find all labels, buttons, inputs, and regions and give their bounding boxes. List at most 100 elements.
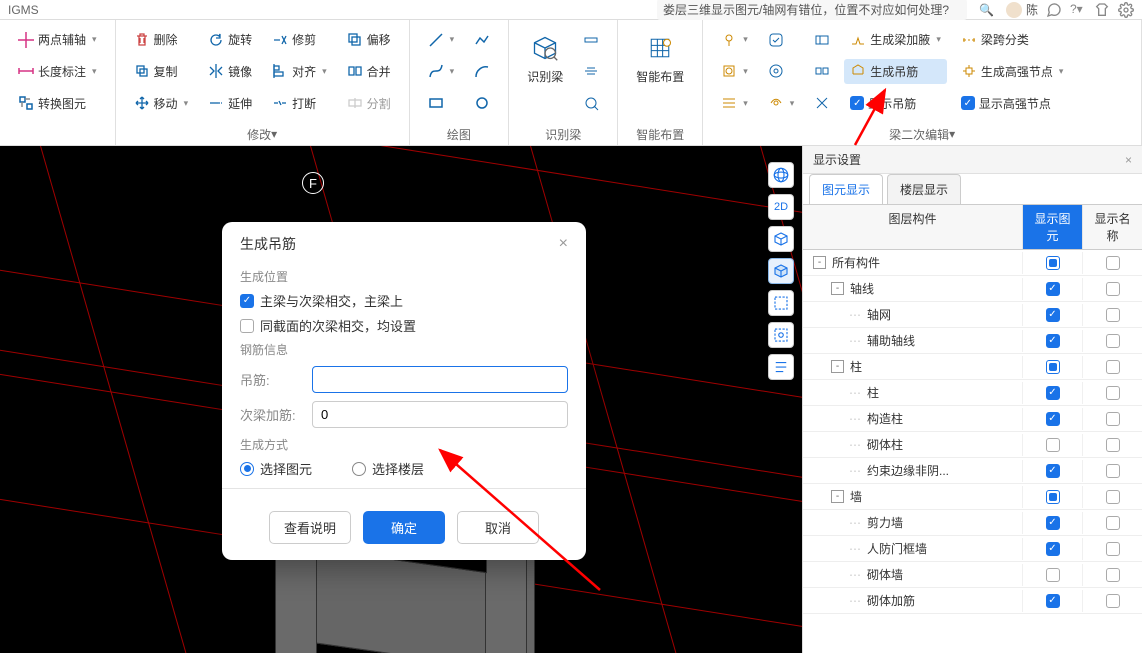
radio-select-floor[interactable]: 选择楼层 bbox=[352, 459, 424, 478]
show-element-checkbox[interactable] bbox=[1046, 256, 1060, 270]
panel-close-icon[interactable]: × bbox=[1125, 153, 1132, 167]
view-selection[interactable] bbox=[768, 290, 794, 316]
offset-button[interactable]: 偏移 bbox=[341, 27, 397, 52]
show-element-checkbox[interactable] bbox=[1046, 594, 1060, 608]
show-element-checkbox[interactable] bbox=[1046, 542, 1060, 556]
show-element-checkbox[interactable] bbox=[1046, 282, 1060, 296]
tree-toggle[interactable]: - bbox=[831, 282, 844, 295]
edit-tool-7[interactable] bbox=[808, 28, 836, 52]
tree-toggle[interactable]: - bbox=[831, 490, 844, 503]
user-badge[interactable]: 陈 bbox=[1006, 1, 1038, 18]
help-icon[interactable]: ?▾ bbox=[1070, 2, 1086, 18]
gen-highstr-node-button[interactable]: 生成高强节点▾ bbox=[955, 59, 1070, 84]
gen-stirrup-button[interactable]: 生成吊筋 bbox=[844, 59, 947, 84]
check-same-section[interactable]: 同截面的次梁相交，均设置 bbox=[240, 316, 568, 335]
tree-toggle[interactable]: - bbox=[831, 360, 844, 373]
rotate-button[interactable]: 旋转 bbox=[202, 27, 258, 52]
tree-row[interactable]: ⋯辅助轴线 bbox=[803, 328, 1142, 354]
edit-tool-4[interactable] bbox=[762, 28, 801, 52]
mirror-button[interactable]: 镜像 bbox=[202, 59, 258, 84]
tree-row[interactable]: ⋯轴网 bbox=[803, 302, 1142, 328]
close-icon[interactable]: × bbox=[559, 235, 568, 253]
gen-haunches-button[interactable]: 生成梁加腋▾ bbox=[844, 27, 947, 52]
draw-rect-button[interactable] bbox=[422, 91, 461, 115]
length-dim-button[interactable]: 长度标注▾ bbox=[12, 59, 103, 84]
shirt-icon[interactable] bbox=[1094, 2, 1110, 18]
tab-floor-display[interactable]: 楼层显示 bbox=[887, 174, 961, 204]
show-name-checkbox[interactable] bbox=[1106, 568, 1120, 582]
show-name-checkbox[interactable] bbox=[1106, 438, 1120, 452]
smart-layout-button[interactable]: 智能布置 bbox=[626, 24, 694, 119]
show-element-checkbox[interactable] bbox=[1046, 438, 1060, 452]
check-main-sub-intersect[interactable]: 主梁与次梁相交，主梁上 bbox=[240, 291, 568, 310]
show-element-checkbox[interactable] bbox=[1046, 334, 1060, 348]
merge-button[interactable]: 合并 bbox=[341, 59, 397, 84]
trim-button[interactable]: 修剪 bbox=[266, 27, 333, 52]
show-name-checkbox[interactable] bbox=[1106, 360, 1120, 374]
recog-opt-3[interactable] bbox=[577, 91, 605, 115]
draw-curve-button[interactable]: ▾ bbox=[422, 59, 461, 83]
draw-circle-button[interactable] bbox=[468, 91, 496, 115]
break-button[interactable]: 打断 bbox=[266, 91, 333, 116]
view-focus[interactable] bbox=[768, 322, 794, 348]
draw-line-button[interactable]: ▾ bbox=[422, 28, 461, 52]
delete-button[interactable]: 删除 bbox=[128, 27, 195, 52]
recog-opt-1[interactable] bbox=[577, 28, 605, 52]
tree-row[interactable]: ⋯砌体柱 bbox=[803, 432, 1142, 458]
show-name-checkbox[interactable] bbox=[1106, 256, 1120, 270]
search-icon[interactable]: 🔍 bbox=[979, 3, 994, 17]
show-name-checkbox[interactable] bbox=[1106, 412, 1120, 426]
show-name-checkbox[interactable] bbox=[1106, 282, 1120, 296]
convert-elem-button[interactable]: 转换图元 bbox=[12, 91, 103, 116]
split-button[interactable]: 分割 bbox=[341, 91, 397, 116]
show-name-checkbox[interactable] bbox=[1106, 308, 1120, 322]
tree-row[interactable]: ⋯砌体加筋 bbox=[803, 588, 1142, 614]
extend-button[interactable]: 延伸 bbox=[202, 91, 258, 116]
edit-tool-6[interactable]: ▾ bbox=[762, 91, 801, 115]
tree-row[interactable]: ⋯剪力墙 bbox=[803, 510, 1142, 536]
tree-row[interactable]: ⋯砌体墙 bbox=[803, 562, 1142, 588]
show-name-checkbox[interactable] bbox=[1106, 386, 1120, 400]
show-element-checkbox[interactable] bbox=[1046, 412, 1060, 426]
tree-row[interactable]: ⋯柱 bbox=[803, 380, 1142, 406]
show-element-checkbox[interactable] bbox=[1046, 516, 1060, 530]
tab-element-display[interactable]: 图元显示 bbox=[809, 174, 883, 204]
show-highstr-node-check[interactable]: 显示高强节点 bbox=[955, 91, 1070, 116]
show-element-checkbox[interactable] bbox=[1046, 568, 1060, 582]
show-name-checkbox[interactable] bbox=[1106, 490, 1120, 504]
input-diaojin[interactable] bbox=[312, 366, 568, 393]
help-button[interactable]: 查看说明 bbox=[269, 511, 351, 544]
edit-tool-2[interactable]: ▾ bbox=[715, 59, 754, 83]
edit-tool-8[interactable] bbox=[808, 59, 836, 83]
tree-row[interactable]: ⋯构造柱 bbox=[803, 406, 1142, 432]
show-name-checkbox[interactable] bbox=[1106, 594, 1120, 608]
show-name-checkbox[interactable] bbox=[1106, 334, 1120, 348]
copy-button[interactable]: 复制 bbox=[128, 59, 195, 84]
edit-tool-9[interactable] bbox=[808, 91, 836, 115]
tree-row[interactable]: -所有构件 bbox=[803, 250, 1142, 276]
aux-axis-button[interactable]: 两点辅轴▾ bbox=[12, 27, 103, 52]
show-element-checkbox[interactable] bbox=[1046, 464, 1060, 478]
show-element-checkbox[interactable] bbox=[1046, 308, 1060, 322]
show-element-checkbox[interactable] bbox=[1046, 360, 1060, 374]
view-2d[interactable]: 2D bbox=[768, 194, 794, 220]
tree-row[interactable]: -墙 bbox=[803, 484, 1142, 510]
recog-opt-2[interactable] bbox=[577, 59, 605, 83]
view-cube-wire[interactable] bbox=[768, 226, 794, 252]
show-stirrup-check[interactable]: 显示吊筋 bbox=[844, 91, 947, 116]
edit-tool-1[interactable]: ▾ bbox=[715, 28, 754, 52]
edit-tool-5[interactable] bbox=[762, 59, 801, 83]
show-element-checkbox[interactable] bbox=[1046, 490, 1060, 504]
radio-select-element[interactable]: 选择图元 bbox=[240, 459, 312, 478]
show-name-checkbox[interactable] bbox=[1106, 542, 1120, 556]
tree-row[interactable]: ⋯约束边缘非阴... bbox=[803, 458, 1142, 484]
cancel-button[interactable]: 取消 bbox=[457, 511, 539, 544]
show-name-checkbox[interactable] bbox=[1106, 516, 1120, 530]
show-element-checkbox[interactable] bbox=[1046, 386, 1060, 400]
view-globe[interactable] bbox=[768, 162, 794, 188]
draw-arc-button[interactable] bbox=[468, 59, 496, 83]
align-button[interactable]: 对齐▾ bbox=[266, 59, 333, 84]
recognize-beam-button[interactable]: 识别梁 bbox=[517, 24, 573, 119]
settings-icon[interactable] bbox=[1118, 2, 1134, 18]
tree-row[interactable]: ⋯人防门框墙 bbox=[803, 536, 1142, 562]
